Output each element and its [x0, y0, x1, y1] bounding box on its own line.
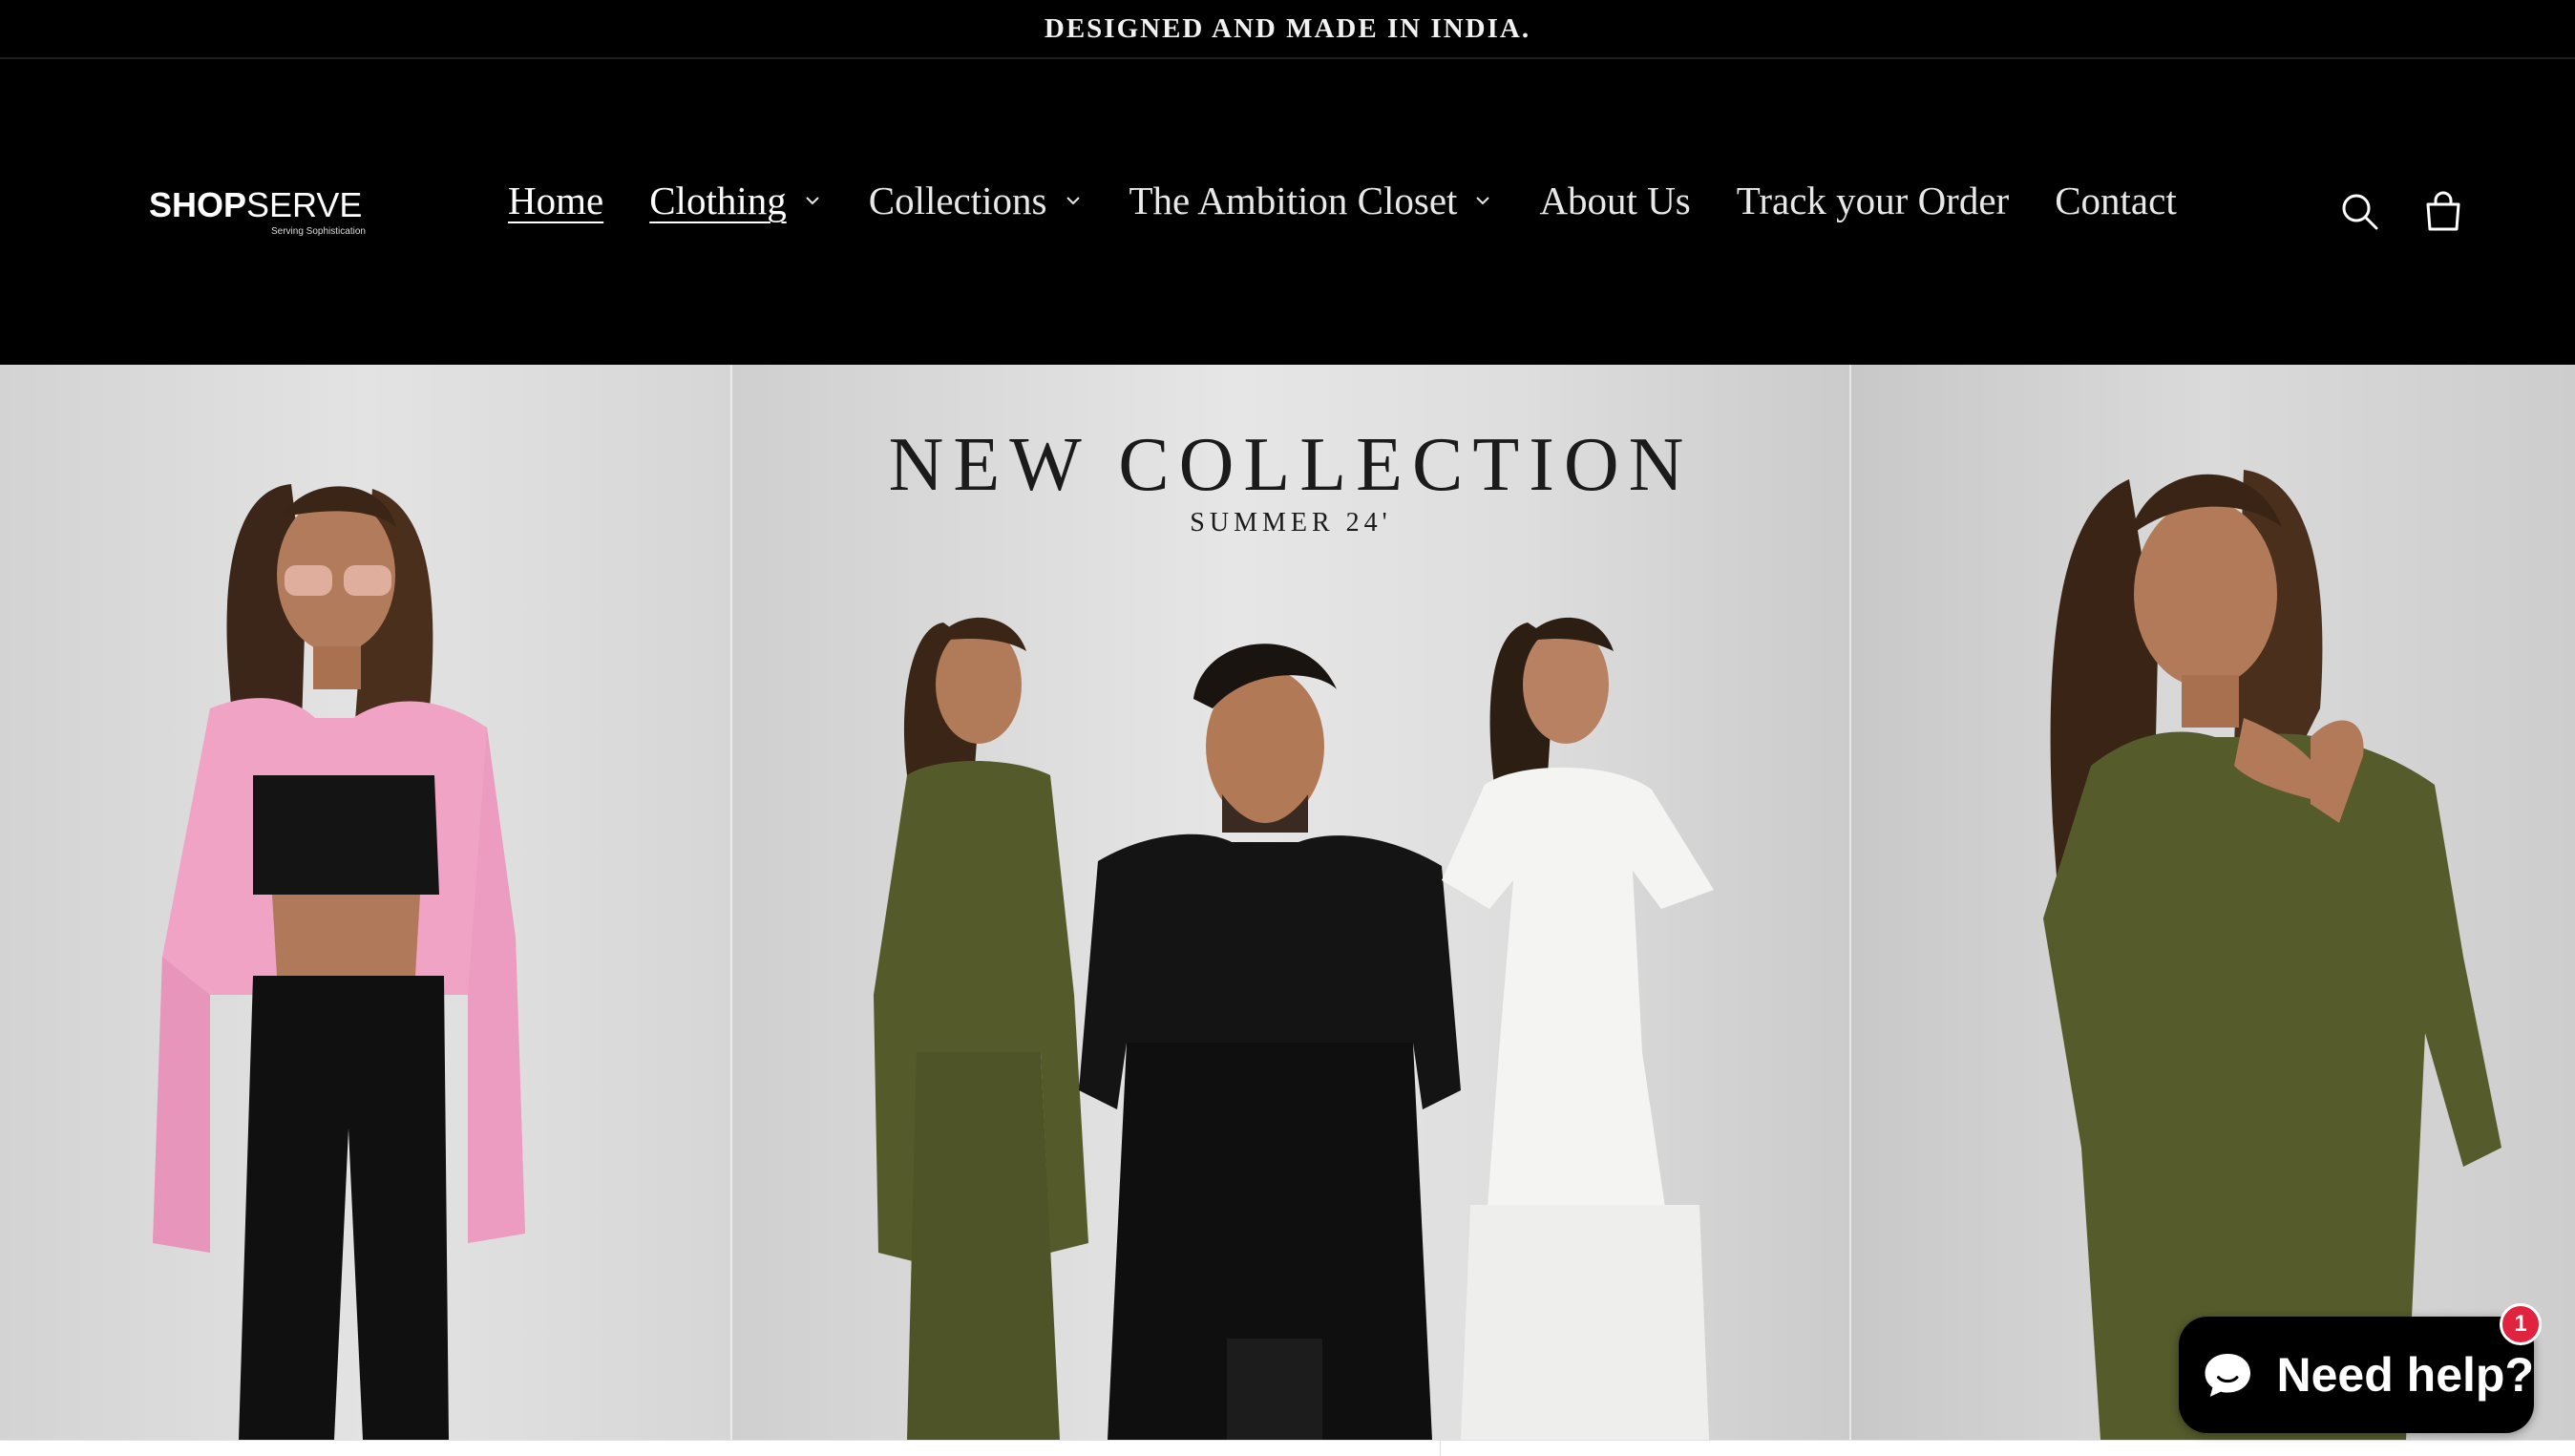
announcement-text: DESIGNED AND MADE IN INDIA.: [1044, 12, 1531, 44]
page-bottom-edge: [0, 1440, 2575, 1456]
site-header: SHOPSERVE Serving Sophistication Home Cl…: [0, 59, 2575, 365]
nav-label: Track your Order: [1736, 179, 2010, 222]
need-help-chat-button[interactable]: Need help?: [2179, 1317, 2534, 1433]
nav-label: Home: [508, 179, 604, 222]
shop-logo[interactable]: SHOPSERVE Serving Sophistication: [149, 188, 378, 245]
nav-label: About Us: [1539, 179, 1691, 222]
nav-item-clothing[interactable]: Clothing: [649, 178, 823, 223]
model-pink-shirt: [153, 484, 525, 1440]
chevron-down-icon: [1476, 197, 1490, 205]
search-icon[interactable]: [2337, 189, 2383, 235]
nav-label: Collections: [868, 179, 1047, 222]
logo-tagline: Serving Sophistication: [271, 226, 366, 237]
nav-label: Contact: [2055, 179, 2177, 222]
badge-count: 1: [2514, 1311, 2527, 1337]
nav-item-contact[interactable]: Contact: [2055, 178, 2177, 223]
nav-item-track-order[interactable]: Track your Order: [1737, 178, 2009, 223]
nav-label: Clothing: [649, 179, 787, 222]
hero-subtitle: SUMMER 24': [1190, 508, 1392, 538]
chat-bubble-icon: [2205, 1354, 2250, 1397]
notification-badge: 1: [2500, 1303, 2542, 1345]
hero-banner[interactable]: NEW COLLECTION SUMMER 24': [0, 365, 2575, 1440]
nav-item-ambition-closet[interactable]: The Ambition Closet: [1129, 178, 1494, 223]
column-divider: [1440, 1441, 1441, 1456]
chevron-down-icon: [1066, 197, 1080, 205]
nav-item-collections[interactable]: Collections: [869, 178, 1084, 223]
model-olive-shirt: [2043, 470, 2501, 1440]
chevron-down-icon: [806, 197, 819, 205]
nav-item-about-us[interactable]: About Us: [1539, 178, 1690, 223]
announcement-bar: DESIGNED AND MADE IN INDIA.: [0, 0, 2575, 59]
model-group-center: [874, 617, 1714, 1440]
nav-label: The Ambition Closet: [1129, 179, 1458, 222]
logo-wordmark: SHOPSERVE: [149, 185, 363, 224]
cart-icon[interactable]: [2420, 189, 2466, 235]
hero-title: NEW COLLECTION: [888, 423, 1694, 507]
need-help-label: Need help?: [2276, 1348, 2534, 1402]
main-nav: Home Clothing Collections The Ambition C…: [508, 172, 2223, 229]
nav-item-home[interactable]: Home: [508, 178, 603, 223]
